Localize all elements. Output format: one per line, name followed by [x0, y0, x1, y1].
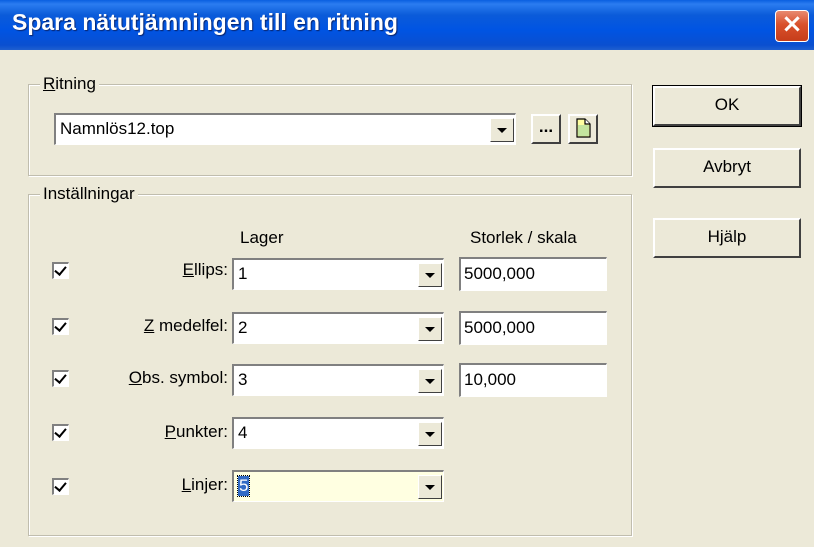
- drawing-select-value: Namnlös12.top: [60, 119, 175, 138]
- new-drawing-button[interactable]: [568, 114, 598, 144]
- cancel-button[interactable]: Avbryt: [653, 148, 801, 188]
- title-bar: Spara nätutjämningen till en ritning ×: [0, 0, 814, 50]
- z-medelfel-layer-select[interactable]: 2: [232, 312, 444, 344]
- linjer-layer-dropdown[interactable]: [418, 475, 442, 499]
- ritning-legend-accel: R: [43, 74, 56, 93]
- punkter-layer-select[interactable]: 4: [232, 417, 444, 449]
- ellips-layer-dropdown[interactable]: [418, 263, 442, 287]
- close-button[interactable]: ×: [775, 9, 809, 42]
- punkter-layer-dropdown[interactable]: [418, 422, 442, 446]
- obs-symbol-size-input[interactable]: 10,000: [459, 363, 607, 397]
- ellips-label-accel: E: [182, 260, 194, 279]
- ellips-size-value: 5000,000: [464, 264, 535, 283]
- punkter-label-rest: unkter:: [176, 422, 228, 441]
- obs-symbol-layer-value: 3: [238, 370, 248, 389]
- obs-symbol-label-rest: bs. symbol:: [142, 368, 228, 387]
- linjer-layer-select[interactable]: 5: [232, 470, 444, 502]
- obs-symbol-layer-select[interactable]: 3: [232, 364, 444, 396]
- z-medelfel-size-value: 5000,000: [464, 318, 535, 337]
- obs-symbol-label: Obs. symbol:: [28, 368, 228, 388]
- linjer-label-rest: injer:: [191, 475, 228, 494]
- ok-button[interactable]: OK: [652, 85, 802, 127]
- z-medelfel-label-rest: medelfel:: [154, 316, 228, 335]
- z-medelfel-label: Z medelfel:: [28, 316, 228, 336]
- browse-button[interactable]: ...: [531, 114, 561, 144]
- z-medelfel-size-input[interactable]: 5000,000: [459, 311, 607, 345]
- ritning-legend: Ritning: [40, 74, 99, 94]
- close-icon: ×: [781, 9, 803, 39]
- linjer-label-accel: L: [181, 475, 192, 494]
- obs-symbol-size-value: 10,000: [464, 370, 516, 389]
- ellips-layer-value: 1: [238, 264, 248, 283]
- ellips-label-rest: llips:: [193, 260, 228, 279]
- z-medelfel-layer-dropdown[interactable]: [418, 317, 442, 341]
- punkter-layer-value: 4: [238, 423, 248, 442]
- new-document-icon: [576, 118, 591, 138]
- z-medelfel-layer-value: 2: [238, 318, 248, 337]
- window-title: Spara nätutjämningen till en ritning: [12, 9, 398, 35]
- z-medelfel-label-accel: Z: [143, 316, 155, 335]
- drawing-select[interactable]: Namnlös12.top: [54, 113, 516, 145]
- ritning-legend-rest: itning: [55, 74, 96, 93]
- obs-symbol-layer-dropdown[interactable]: [418, 369, 442, 393]
- ellips-size-input[interactable]: 5000,000: [459, 257, 607, 291]
- punkter-label: Punkter:: [28, 422, 228, 442]
- dialog-body: Ritning Namnlös12.top ... Inställningar …: [0, 50, 814, 547]
- browse-label: ...: [538, 117, 554, 136]
- obs-symbol-label-accel: O: [128, 368, 143, 387]
- linjer-label: Linjer:: [28, 475, 228, 495]
- linjer-layer-value: 5: [236, 475, 251, 497]
- ellips-layer-select[interactable]: 1: [232, 258, 444, 290]
- ellips-label: Ellips:: [28, 260, 228, 280]
- storlek-column-header: Storlek / skala: [470, 228, 577, 247]
- punkter-label-accel: P: [164, 422, 177, 441]
- lager-column-header: Lager: [240, 228, 284, 247]
- installningar-legend: Inställningar: [40, 184, 138, 204]
- help-button[interactable]: Hjälp: [653, 218, 801, 258]
- drawing-dropdown-button[interactable]: [490, 118, 514, 142]
